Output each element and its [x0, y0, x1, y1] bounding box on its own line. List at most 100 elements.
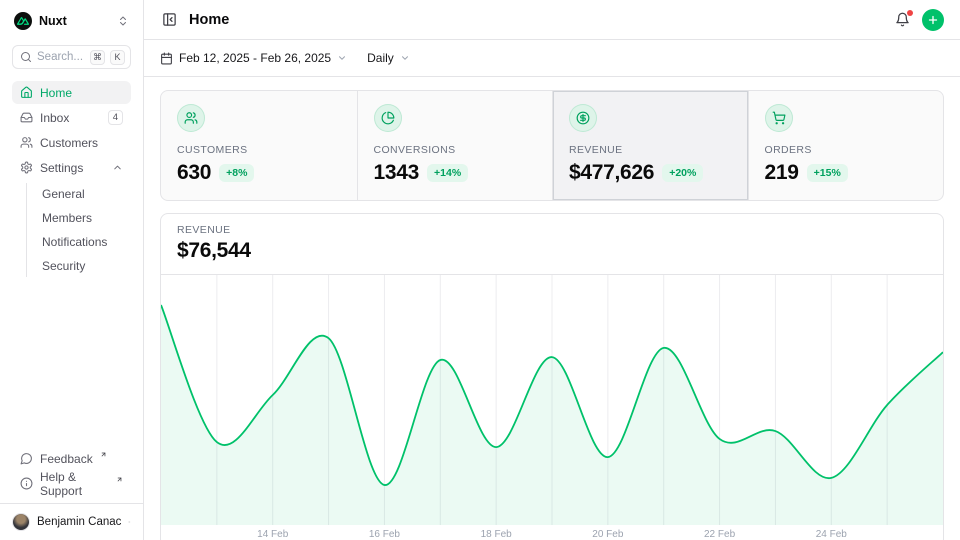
- help-support-label: Help & Support: [40, 470, 109, 498]
- chart-plot-area[interactable]: [161, 275, 943, 525]
- stats-row: CUSTOMERS 630 +8% CONVERSIONS 1343 +14%: [160, 90, 944, 201]
- stat-value: $477,626: [569, 161, 654, 185]
- notification-dot: [907, 10, 913, 16]
- chart-header: REVENUE $76,544: [161, 214, 943, 275]
- sidebar-item-label: Customers: [40, 136, 98, 150]
- users-icon: [20, 136, 33, 149]
- x-axis-tick: 16 Feb: [369, 529, 400, 540]
- stat-delta-badge: +15%: [807, 164, 848, 182]
- chevron-down-icon: [400, 53, 410, 63]
- workspace-switcher[interactable]: Nuxt: [12, 10, 131, 32]
- sidebar-subitem-label: Security: [42, 259, 85, 273]
- stat-value: 219: [765, 161, 799, 185]
- x-axis-tick: 20 Feb: [592, 529, 623, 540]
- page-title: Home: [189, 12, 229, 28]
- stat-card-conversions[interactable]: CONVERSIONS 1343 +14%: [357, 91, 553, 200]
- date-range-picker[interactable]: Feb 12, 2025 - Feb 26, 2025: [160, 51, 347, 65]
- sidebar-item-general[interactable]: General: [38, 183, 131, 205]
- stat-card-revenue[interactable]: REVENUE $477,626 +20%: [552, 91, 748, 200]
- chevron-up-icon: [112, 162, 123, 173]
- stat-label: CUSTOMERS: [177, 144, 341, 156]
- stat-value: 630: [177, 161, 211, 185]
- add-button[interactable]: [922, 9, 944, 31]
- users-icon: [177, 104, 205, 132]
- x-axis-tick: 18 Feb: [481, 529, 512, 540]
- sidebar: Nuxt Search... ⌘ K Home Inbox 4 Customer…: [0, 0, 144, 540]
- stat-delta-badge: +14%: [427, 164, 468, 182]
- stat-delta-badge: +20%: [662, 164, 703, 182]
- granularity-value: Daily: [367, 51, 394, 65]
- revenue-area-chart: [161, 275, 943, 525]
- plus-icon: [927, 14, 939, 26]
- content: CUSTOMERS 630 +8% CONVERSIONS 1343 +14%: [144, 77, 960, 540]
- info-circle-icon: [20, 477, 33, 490]
- sidebar-item-label: Inbox: [40, 111, 69, 125]
- sidebar-subitem-label: General: [42, 187, 85, 201]
- workspace-name: Nuxt: [39, 14, 67, 28]
- sidebar-item-security[interactable]: Security: [38, 255, 131, 277]
- arrow-up-right-icon: [100, 451, 107, 458]
- stat-label: CONVERSIONS: [374, 144, 537, 156]
- stat-delta-badge: +8%: [219, 164, 254, 182]
- x-axis-tick: 22 Feb: [704, 529, 735, 540]
- collapse-sidebar-button[interactable]: [160, 10, 179, 29]
- sidebar-item-label: Settings: [40, 161, 83, 175]
- inbox-icon: [20, 111, 33, 124]
- user-name: Benjamin Canac: [37, 516, 121, 528]
- sidebar-subitem-label: Members: [42, 211, 92, 225]
- date-range-value: Feb 12, 2025 - Feb 26, 2025: [179, 51, 331, 65]
- sidebar-subitem-label: Notifications: [42, 235, 107, 249]
- arrow-up-right-icon: [116, 476, 123, 483]
- user-avatar: [12, 513, 30, 531]
- search-placeholder: Search...: [37, 51, 85, 63]
- sidebar-item-settings[interactable]: Settings: [12, 156, 131, 179]
- sidebar-footer-links: Feedback Help & Support: [12, 447, 131, 501]
- revenue-chart-card: REVENUE $76,544 14 Feb 16 Feb 18 Feb 20 Feb…: [160, 213, 944, 540]
- sidebar-item-inbox[interactable]: Inbox 4: [12, 106, 131, 129]
- app-root: Nuxt Search... ⌘ K Home Inbox 4 Customer…: [0, 0, 960, 540]
- kbd-cmd: ⌘: [90, 50, 105, 65]
- main-area: Home Feb 12, 2025 - Feb 26, 2025 Daily: [144, 0, 960, 540]
- calendar-icon: [160, 52, 173, 65]
- settings-subnav: General Members Notifications Security: [26, 183, 131, 277]
- granularity-select[interactable]: Daily: [367, 51, 410, 65]
- house-icon: [20, 86, 33, 99]
- user-menu[interactable]: Benjamin Canac: [0, 503, 143, 540]
- chevrons-up-down-icon: [128, 516, 131, 528]
- x-axis-tick: 14 Feb: [257, 529, 288, 540]
- chart-value: $76,544: [177, 239, 927, 263]
- search-input[interactable]: Search... ⌘ K: [12, 45, 131, 69]
- chart-label: REVENUE: [177, 224, 927, 236]
- gear-icon: [20, 161, 33, 174]
- topbar: Home: [144, 0, 960, 40]
- help-support-link[interactable]: Help & Support: [12, 472, 131, 495]
- chevron-down-icon: [337, 53, 347, 63]
- topbar-actions: [893, 9, 944, 31]
- panel-left-close-icon: [162, 12, 177, 27]
- stat-card-customers[interactable]: CUSTOMERS 630 +8%: [161, 91, 357, 200]
- chevrons-up-down-icon: [117, 15, 129, 27]
- kbd-k: K: [110, 50, 125, 65]
- inbox-count-badge: 4: [108, 110, 123, 125]
- filters-toolbar: Feb 12, 2025 - Feb 26, 2025 Daily: [144, 40, 960, 77]
- x-axis-tick: 24 Feb: [816, 529, 847, 540]
- feedback-label: Feedback: [40, 452, 93, 466]
- sidebar-item-customers[interactable]: Customers: [12, 131, 131, 154]
- sidebar-item-home[interactable]: Home: [12, 81, 131, 104]
- sidebar-item-members[interactable]: Members: [38, 207, 131, 229]
- sidebar-spacer: [12, 277, 131, 447]
- sidebar-item-label: Home: [40, 86, 72, 100]
- notifications-button[interactable]: [893, 10, 912, 29]
- pie-chart-icon: [374, 104, 402, 132]
- chart-x-axis: 14 Feb 16 Feb 18 Feb 20 Feb 22 Feb 24 Feb: [161, 525, 943, 540]
- nuxt-logo: [14, 12, 32, 30]
- sidebar-nav: Home Inbox 4 Customers Settings General …: [12, 81, 131, 277]
- shopping-cart-icon: [765, 104, 793, 132]
- stat-card-orders[interactable]: ORDERS 219 +15%: [748, 91, 944, 200]
- stat-value: 1343: [374, 161, 420, 185]
- stat-label: ORDERS: [765, 144, 928, 156]
- feedback-link[interactable]: Feedback: [12, 447, 131, 470]
- search-icon: [20, 51, 32, 63]
- stat-label: REVENUE: [569, 144, 732, 156]
- sidebar-item-notifications[interactable]: Notifications: [38, 231, 131, 253]
